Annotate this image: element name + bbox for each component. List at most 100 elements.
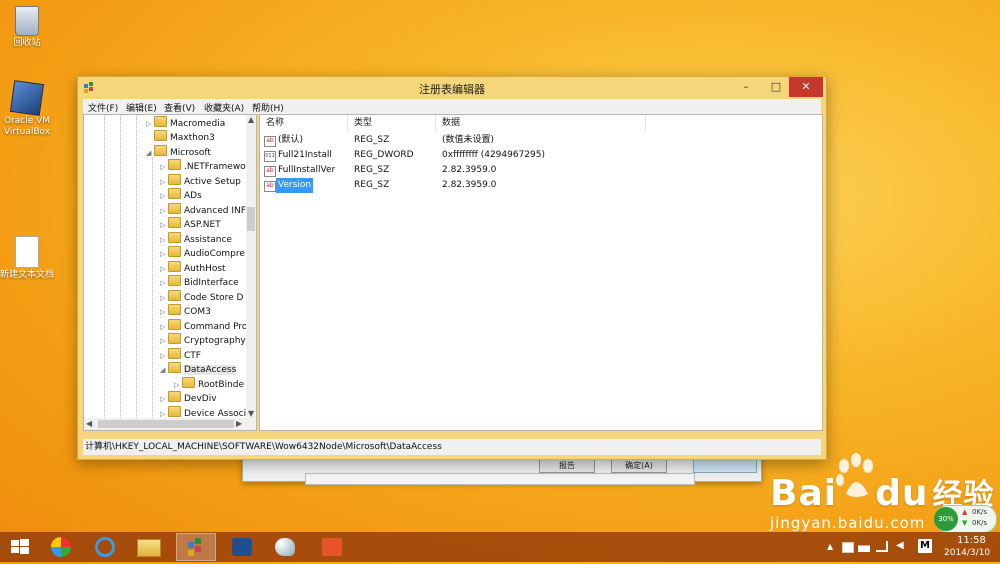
status-bar: 计算机\HKEY_LOCAL_MACHINE\SOFTWARE\Wow6432N… (83, 439, 821, 455)
column-header-name[interactable]: 名称 (260, 115, 348, 131)
blue-app-icon (232, 538, 252, 556)
virtualbox-icon[interactable]: Oracle VM VirtualBox (0, 80, 57, 138)
tree-item[interactable]: ▷ Active Setup (160, 174, 241, 188)
folder-icon (168, 232, 181, 243)
tree-vertical-scrollbar[interactable]: ▲ ▼ (246, 115, 256, 418)
collapse-icon[interactable]: ◢ (146, 146, 154, 160)
network-speed-widget[interactable]: 30% ▲ ▼ 0K/s 0K/s (934, 505, 997, 533)
signal-icon[interactable] (876, 541, 888, 552)
clock-date[interactable]: 2014/3/10 (944, 548, 990, 558)
value-data: 0xffffffff (4294967295) (442, 150, 545, 160)
expand-icon[interactable]: ▷ (160, 349, 168, 363)
column-header-data[interactable]: 数据 (436, 115, 646, 131)
expand-icon[interactable]: ▷ (160, 233, 168, 247)
tree-item[interactable]: ▷ Macromedia (146, 116, 225, 130)
minimize-button[interactable]: – (731, 77, 761, 97)
show-hidden-icons-button[interactable]: ▲ (827, 542, 833, 551)
tree-item[interactable]: Maxthon3 (146, 130, 215, 144)
tree-item[interactable]: ▷ AuthHost (160, 261, 226, 275)
expand-icon[interactable]: ▷ (160, 334, 168, 348)
scroll-thumb[interactable] (247, 207, 255, 231)
tree-item[interactable]: ▷ COM3 (160, 304, 211, 318)
expand-icon[interactable]: ▷ (174, 378, 182, 392)
value-row[interactable]: 011 Full21Install REG_DWORD 0xffffffff (… (260, 148, 822, 163)
value-row[interactable]: ab FullInstallVer REG_SZ 2.82.3959.0 (260, 163, 822, 178)
volume-icon[interactable]: ◀ (896, 540, 904, 551)
network-icon[interactable] (858, 541, 870, 552)
menu-view[interactable]: 查看(V) (164, 101, 195, 114)
tree-item[interactable]: ▷ Assistance (160, 232, 232, 246)
expand-icon[interactable]: ▷ (160, 160, 168, 174)
scroll-left-icon[interactable]: ◀ (86, 419, 92, 428)
tree-item[interactable]: ▷ ADs (160, 188, 202, 202)
taskbar-app-icon[interactable] (42, 533, 82, 561)
expand-icon[interactable]: ▷ (160, 189, 168, 203)
value-row[interactable]: ab (默认) REG_SZ (数值未设置) (260, 133, 822, 148)
expand-icon[interactable]: ▷ (160, 262, 168, 276)
tree-item[interactable]: ▷ BidInterface (160, 275, 239, 289)
registry-tree[interactable]: ▷ Macromedia Maxthon3 ◢ Microsoft ▷ .NETFra… (83, 114, 257, 431)
folder-icon (137, 539, 161, 557)
menu-edit[interactable]: 编辑(E) (126, 101, 157, 114)
close-button[interactable]: ✕ (789, 77, 823, 97)
scroll-thumb[interactable] (98, 420, 234, 428)
expand-icon[interactable]: ▷ (160, 305, 168, 319)
regedit-taskbar-button[interactable] (176, 533, 216, 561)
start-button[interactable] (0, 533, 40, 561)
tree-item-label: CTF (184, 351, 201, 361)
tree-item[interactable]: ▷ RootBinde (174, 377, 244, 391)
text-document-icon[interactable]: 新建文本文档 (0, 236, 57, 281)
scroll-right-icon[interactable]: ▶ (236, 419, 242, 428)
column-header-type[interactable]: 类型 (348, 115, 436, 131)
tree-item[interactable]: ▷ ASP.NET (160, 217, 221, 231)
action-center-icon[interactable] (842, 542, 854, 553)
clock-time[interactable]: 11:58 (957, 535, 986, 546)
ime-indicator[interactable]: M (918, 539, 932, 553)
menu-help[interactable]: 帮助(H) (252, 101, 284, 114)
watermark-brand-bai: Bai (770, 473, 838, 514)
tree-item[interactable]: ▷ .NETFramewo (160, 159, 246, 173)
tree-item[interactable]: ▷ CTF (160, 348, 201, 362)
title-bar[interactable]: 注册表编辑器 – □ ✕ (78, 77, 826, 98)
internet-explorer-button[interactable] (85, 533, 125, 561)
taskbar-app-button[interactable] (222, 533, 262, 561)
tree-item[interactable]: ▷ Advanced INF (160, 203, 246, 217)
menu-favorites[interactable]: 收藏夹(A) (204, 101, 244, 114)
values-list[interactable]: 名称 类型 数据 ab (默认) REG_SZ (数值未设置) 011 Full… (259, 114, 823, 431)
tree-item[interactable]: ▷ DevDiv (160, 391, 217, 405)
scroll-down-icon[interactable]: ▼ (248, 409, 254, 418)
tree-horizontal-scrollbar[interactable]: ◀ ▶ (84, 418, 256, 430)
expand-icon[interactable]: ▷ (160, 218, 168, 232)
paint-button[interactable] (265, 533, 305, 561)
expand-icon[interactable]: ▷ (160, 247, 168, 261)
file-explorer-button[interactable] (128, 533, 168, 561)
tree-item[interactable]: ▷ AudioCompre (160, 246, 245, 260)
tree-item[interactable]: ◢ Microsoft (146, 145, 211, 159)
tree-item[interactable]: ▷ Code Store D (160, 290, 243, 304)
expand-icon[interactable]: ▷ (160, 204, 168, 218)
office-button[interactable] (312, 533, 352, 561)
collapse-icon[interactable]: ◢ (160, 363, 168, 377)
string-value-icon: ab (264, 181, 276, 192)
recycle-bin-icon[interactable]: 回收站 (0, 6, 57, 49)
expand-icon[interactable]: ▷ (160, 175, 168, 189)
expand-icon[interactable]: ▷ (146, 117, 154, 131)
expand-icon[interactable]: ▷ (160, 291, 168, 305)
tree-item-selected[interactable]: ◢ DataAccess (160, 362, 237, 377)
tree-item[interactable]: ▷ Cryptography (160, 333, 246, 347)
menu-file[interactable]: 文件(F) (88, 101, 118, 114)
tree-item[interactable]: ▷ Command Pro (160, 319, 247, 333)
ok-button[interactable]: 确定(A) (611, 459, 667, 473)
taskbar: ▲ ◀ M 11:58 2014/3/10 (0, 532, 1000, 562)
report-button[interactable]: 报告 (539, 459, 595, 473)
tree-item-label: Microsoft (170, 148, 211, 158)
scroll-up-icon[interactable]: ▲ (248, 115, 254, 124)
value-type: REG_SZ (354, 135, 390, 145)
expand-icon[interactable]: ▷ (160, 276, 168, 290)
expand-icon[interactable]: ▷ (160, 320, 168, 334)
maximize-button[interactable]: □ (761, 77, 791, 97)
value-row-selected[interactable]: ab Version REG_SZ 2.82.3959.0 (260, 178, 822, 193)
tree-item-label: AudioCompre (184, 249, 245, 259)
folder-icon (168, 391, 181, 402)
expand-icon[interactable]: ▷ (160, 392, 168, 406)
